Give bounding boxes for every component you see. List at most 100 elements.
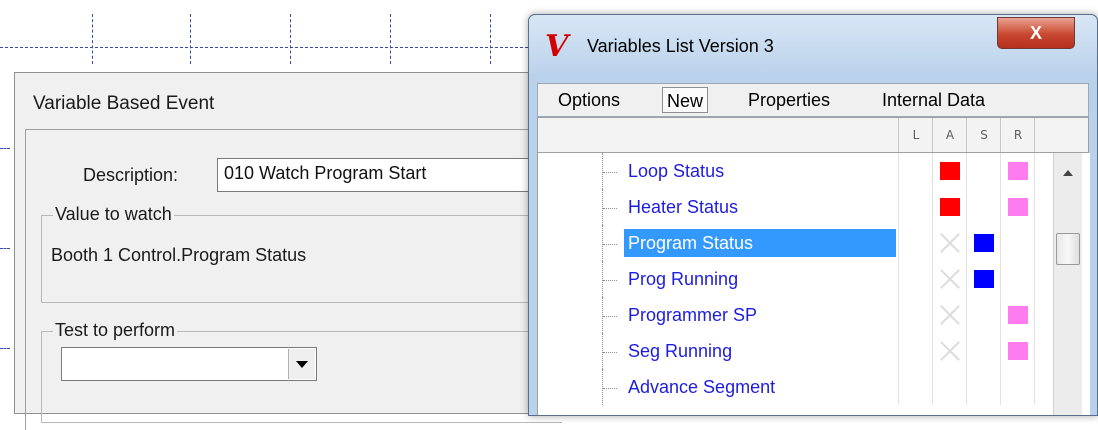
disabled-x-icon [939,268,961,290]
column-header-a[interactable]: A [932,118,967,152]
flag-a-red[interactable] [940,198,960,216]
column-divider [1000,333,1001,369]
column-divider [932,153,933,189]
variable-label[interactable]: Seg Running [624,337,738,365]
description-label: Description: [83,165,179,185]
disabled-x-icon [939,304,961,326]
menu-item-new[interactable]: New [662,87,709,113]
vertical-scrollbar[interactable] [1053,153,1082,415]
dashed-guide-vertical [390,14,391,64]
tree-connector [603,352,617,353]
column-divider [932,261,933,297]
variable-label[interactable]: Prog Running [624,265,744,293]
test-to-perform-label: Test to perform [53,320,178,341]
column-divider [1034,333,1035,369]
column-divider [1000,225,1001,261]
tree-connector [602,297,603,333]
tree-connector [602,333,603,369]
app-logo-icon: V [545,29,569,64]
dashed-guide-vertical [92,14,93,64]
tree-connector [603,316,617,317]
column-divider [898,225,899,261]
menu-item-properties[interactable]: Properties [744,87,834,113]
desktop-canvas: Variable Based Event Description: 010 Wa… [0,0,1098,430]
column-header-r[interactable]: R [1000,118,1035,152]
column-header-l[interactable]: L [898,118,933,152]
list-item[interactable]: Programmer SP [538,297,1090,333]
disabled-x-icon [939,340,961,362]
variable-label[interactable]: Heater Status [624,193,744,221]
menu-bar: Options New Properties Internal Data [537,83,1089,117]
tree-connector [602,153,603,189]
menu-item-internal-data[interactable]: Internal Data [878,87,989,113]
column-divider [966,297,967,333]
dashed-guide-vertical [290,14,291,64]
column-divider [966,189,967,225]
column-divider [898,261,899,297]
close-button[interactable]: X [997,17,1075,49]
dropdown-button[interactable] [288,349,315,379]
variable-label[interactable]: Advance Segment [624,373,781,401]
flag-s-blue[interactable] [974,270,994,288]
tree-connector [603,244,617,245]
value-to-watch-text: Booth 1 Control.Program Status [51,245,307,265]
window-title: Variables List Version 3 [587,36,774,56]
column-header-spacer [1034,118,1055,152]
tree-connector [602,225,603,261]
disabled-x-icon [939,232,961,254]
variable-based-event-dialog: Variable Based Event Description: 010 Wa… [14,72,566,430]
tree-connector [603,172,617,173]
dashed-guide-tick [0,248,10,249]
chevron-down-icon [296,360,308,368]
variable-label[interactable]: Loop Status [624,157,730,185]
scrollbar-thumb[interactable] [1056,233,1080,265]
flag-r-pink[interactable] [1008,162,1028,180]
column-divider [932,297,933,333]
column-divider [1000,153,1001,189]
flag-s-blue[interactable] [974,234,994,252]
list-column-header: L A S R [537,117,1089,153]
column-divider [966,333,967,369]
chevron-up-icon [1063,170,1073,176]
list-item[interactable]: Heater Status [538,189,1090,225]
window-titlebar[interactable]: V Variables List Version 3 X [529,15,1097,73]
column-divider [898,297,899,333]
column-divider [1000,261,1001,297]
tree-connector [602,261,603,297]
flag-r-pink[interactable] [1008,198,1028,216]
tree-connector [602,189,603,225]
variable-label[interactable]: Programmer SP [624,301,763,329]
column-divider [932,333,933,369]
dialog-title: Variable Based Event [33,93,215,114]
list-item[interactable]: Prog Running [538,261,1090,297]
flag-r-pink[interactable] [1008,306,1028,324]
column-divider [1034,261,1035,297]
column-divider [966,153,967,189]
dashed-guide-vertical [490,14,491,64]
column-divider [1034,153,1035,189]
list-item[interactable]: Seg Running [538,333,1090,369]
dashed-guide-vertical [190,14,191,64]
column-divider [1034,189,1035,225]
scroll-up-button[interactable] [1054,161,1082,185]
column-divider [1000,189,1001,225]
list-item[interactable]: Loop Status [538,153,1090,189]
flag-r-pink[interactable] [1008,342,1028,360]
variable-label[interactable]: Program Status [624,229,896,257]
flag-a-red[interactable] [940,162,960,180]
menu-item-options[interactable]: Options [554,87,624,113]
tree-connector [603,280,617,281]
column-header-s[interactable]: S [966,118,1001,152]
variables-tree-list: Loop Status Heater Status Program Status Pr… [537,153,1090,415]
tree-connector [603,388,617,389]
column-divider [898,333,899,369]
description-input[interactable]: 010 Watch Program Start [217,158,557,192]
list-item[interactable]: Program Status [538,225,1090,261]
test-to-perform-select[interactable] [61,347,317,381]
column-divider [966,261,967,297]
value-to-watch-label: Value to watch [53,204,174,225]
column-divider [1000,297,1001,333]
dashed-guide-tick [0,148,10,149]
column-divider [1034,297,1035,333]
dashed-guide-tick [0,348,10,349]
